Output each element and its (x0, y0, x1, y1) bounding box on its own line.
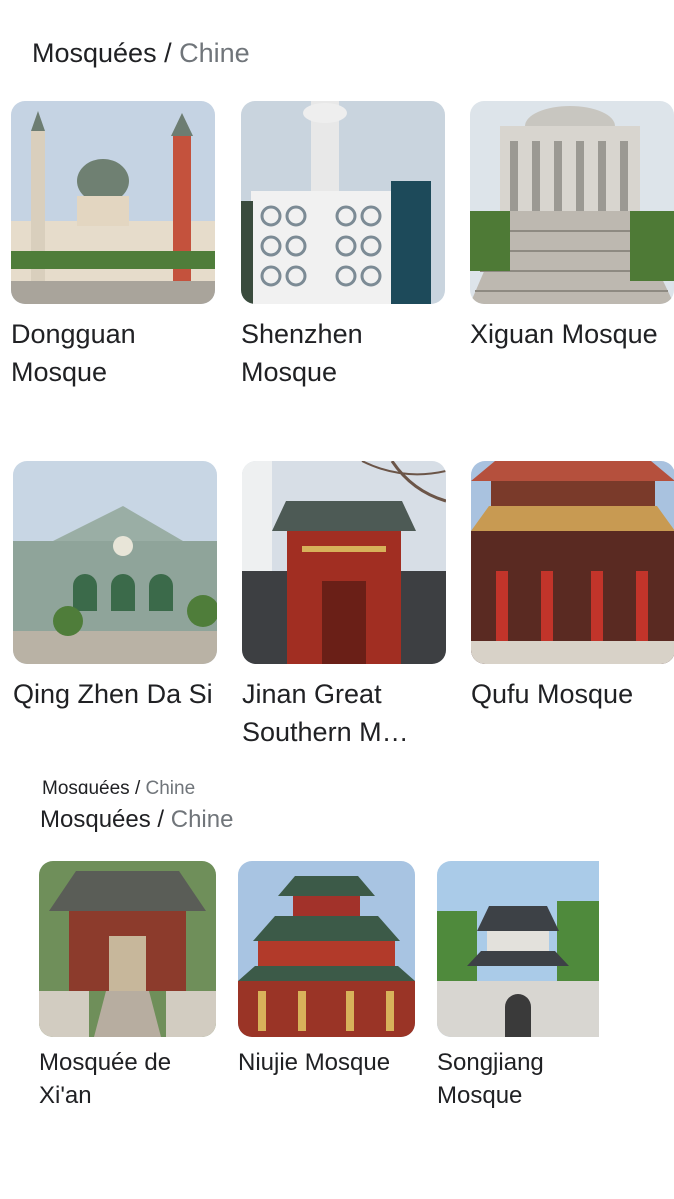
breadcrumb-root[interactable]: Mosquées (40, 806, 151, 833)
mosque-photo-image (11, 101, 215, 304)
mosque-title[interactable]: Dongguan Mosque (11, 315, 223, 391)
mosque-thumbnail[interactable] (437, 861, 599, 1037)
breadcrumb-ghost: Mosquées / Chine (42, 778, 195, 794)
breadcrumb[interactable]: Mosquées / Chine (32, 38, 250, 69)
mosque-thumbnail[interactable] (13, 461, 217, 664)
breadcrumb-leaf[interactable]: Chine (179, 38, 250, 68)
mosque-photo-image (13, 461, 217, 664)
mosque-thumbnail[interactable] (242, 461, 446, 664)
mosque-title[interactable]: Niujie Mosque (238, 1046, 423, 1112)
breadcrumb-separator: / (157, 806, 165, 833)
breadcrumb-separator: / (134, 778, 141, 794)
mosque-title[interactable]: Mosquée de Xi'an (39, 1046, 224, 1112)
mosque-thumbnail[interactable] (39, 861, 216, 1037)
mosque-thumbnail[interactable] (471, 461, 674, 664)
breadcrumb-root[interactable]: Mosquées (32, 38, 157, 68)
mosque-photo-image (241, 101, 445, 304)
breadcrumb-leaf[interactable]: Chine (171, 806, 234, 833)
mosque-thumbnail[interactable] (11, 101, 215, 304)
mosque-title[interactable]: Songjiang Mosque (437, 1046, 622, 1112)
mosque-title[interactable]: Xiguan Mosque (470, 315, 674, 391)
mosque-photo-image (39, 861, 216, 1037)
breadcrumb-root: Mosquées (42, 778, 130, 794)
breadcrumb-leaf: Chine (145, 778, 196, 794)
mosque-photo-image (242, 461, 446, 664)
breadcrumb[interactable]: Mosquées / Chine (40, 806, 233, 834)
breadcrumb-separator: / (164, 38, 172, 68)
mosque-photo-image (238, 861, 415, 1037)
mosque-title[interactable]: Shenzhen Mosque (241, 315, 453, 391)
mosque-thumbnail[interactable] (238, 861, 415, 1037)
mosque-thumbnail[interactable] (241, 101, 445, 304)
mosque-photo-image (470, 101, 674, 304)
mosque-title[interactable]: Qing Zhen Da Si (13, 675, 225, 751)
mosque-photo-image (471, 461, 674, 664)
mosque-title[interactable]: Jinan Great Southern M… (242, 675, 454, 751)
mosque-thumbnail[interactable] (470, 101, 674, 304)
mosque-photo-image (437, 861, 599, 1037)
mosque-title[interactable]: Qufu Mosque (471, 675, 674, 751)
